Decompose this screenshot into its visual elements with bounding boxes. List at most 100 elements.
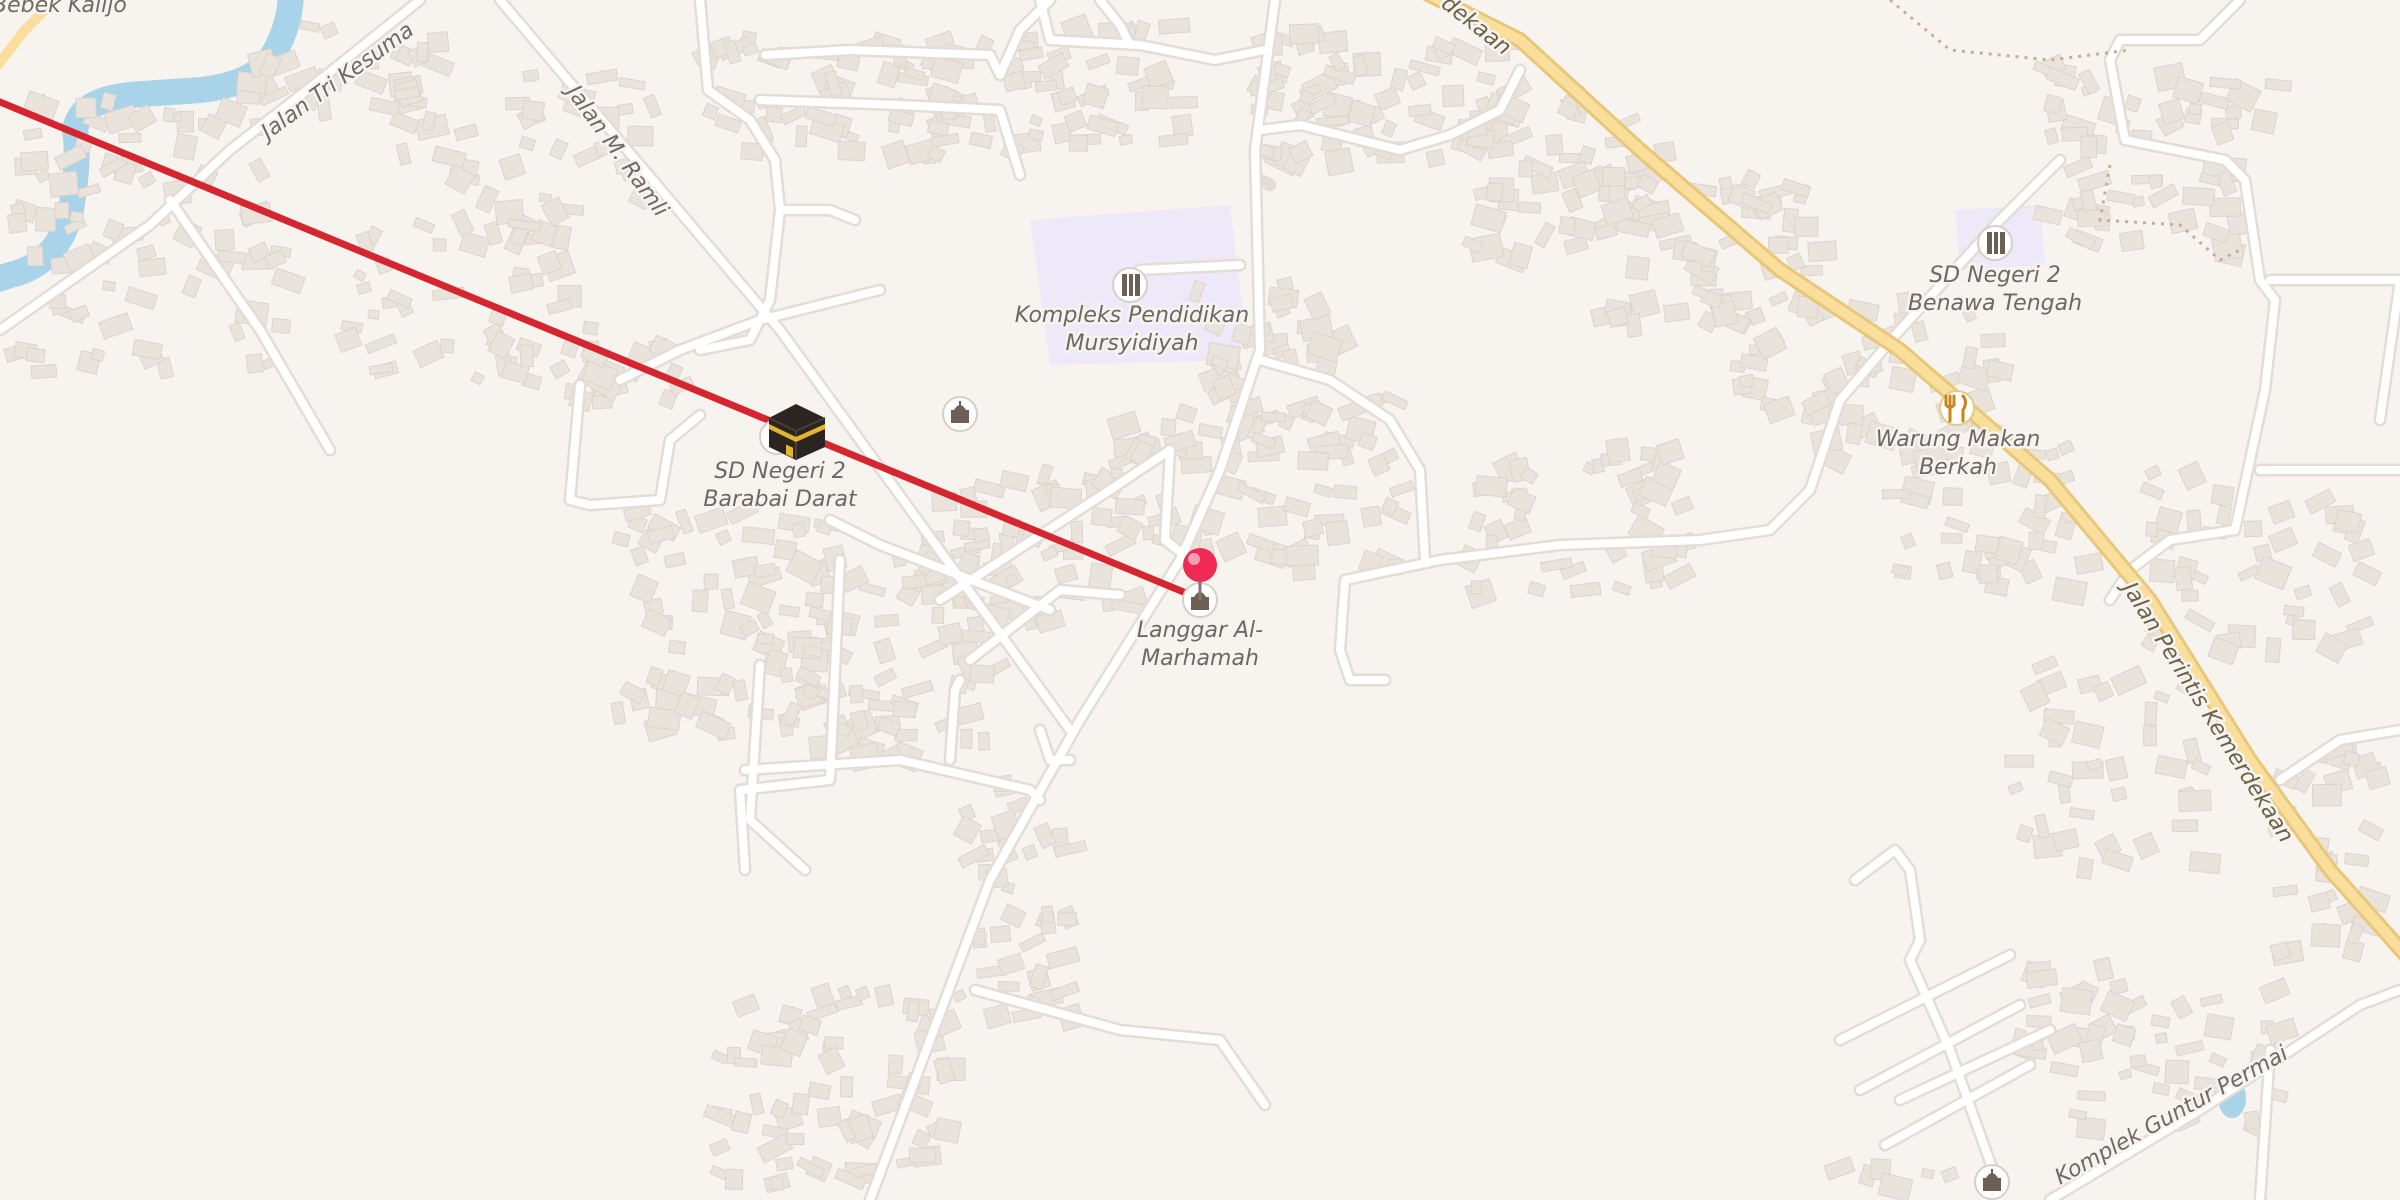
building (1558, 152, 1581, 164)
building (1141, 85, 1169, 110)
building (2173, 565, 2194, 592)
building (1624, 255, 1651, 281)
building (1942, 487, 1963, 507)
building (952, 519, 971, 538)
building (1407, 103, 1433, 118)
building (118, 132, 142, 144)
poi-label-line2: Barabai Darat (703, 487, 858, 512)
building (1027, 128, 1045, 142)
building (519, 344, 534, 368)
building (2104, 756, 2129, 782)
building (837, 140, 866, 162)
building (582, 320, 600, 336)
building (1807, 240, 1838, 263)
building (724, 1168, 744, 1191)
building (1057, 912, 1078, 926)
building (1881, 489, 1911, 500)
building (1157, 17, 1191, 35)
building (1118, 133, 1134, 147)
building (1087, 562, 1114, 590)
building (1288, 23, 1320, 45)
building (2250, 108, 2278, 135)
building (1324, 147, 1355, 177)
building (2148, 558, 2176, 584)
building (1845, 422, 1864, 446)
poi-label-line1: SD Negeri 2 (714, 459, 846, 484)
building (1920, 1167, 1935, 1180)
building (887, 1054, 904, 1075)
school-icon (1987, 232, 2005, 254)
poi-label-line2: Benawa Tengah (1908, 291, 2082, 316)
poi-mosque-unnamed[interactable] (942, 396, 978, 432)
building (1169, 95, 1198, 110)
building (1517, 201, 1542, 214)
building (960, 728, 973, 749)
building (2143, 701, 2158, 726)
building (439, 338, 455, 354)
map-canvas[interactable]: Jalan Tri Kesuma Jalan M. Ramli dekaan J… (0, 0, 2400, 1200)
building (367, 309, 380, 320)
building (892, 700, 917, 719)
building (1470, 580, 1483, 595)
building (873, 613, 900, 628)
building (2181, 589, 2199, 602)
building (791, 521, 807, 539)
building (2210, 484, 2235, 507)
building (1285, 544, 1320, 567)
building (75, 97, 97, 119)
building (1474, 474, 1509, 498)
building (795, 125, 808, 148)
label-bebek-kalijo: Bebek Kalijo (0, 0, 127, 18)
building (1360, 505, 1383, 528)
building (1257, 505, 1288, 528)
building (933, 1117, 963, 1144)
building (839, 1075, 854, 1098)
building (1978, 563, 1999, 584)
building (1518, 160, 1533, 178)
building (2181, 186, 2216, 207)
building (691, 589, 709, 613)
poi-label-line1: Langgar Al- (1137, 618, 1263, 643)
building (823, 1036, 844, 1050)
building (1040, 904, 1055, 925)
building (214, 228, 235, 252)
building (2188, 850, 2222, 875)
building (1602, 166, 1626, 187)
building (2078, 1038, 2104, 1064)
building (172, 132, 199, 161)
map-svg[interactable]: Jalan Tri Kesuma Jalan M. Ramli dekaan J… (0, 0, 2400, 1200)
building (426, 31, 450, 54)
building (2154, 1032, 2169, 1045)
building (989, 925, 1012, 944)
building (2188, 102, 2203, 116)
building (1624, 312, 1643, 338)
building (1768, 236, 1789, 254)
building (2292, 619, 2316, 641)
building (2177, 789, 2212, 813)
building (1663, 302, 1691, 323)
building (775, 1156, 794, 1172)
building (1324, 519, 1351, 547)
building (937, 621, 964, 647)
building (521, 99, 546, 122)
building (2040, 539, 2058, 554)
building (2033, 494, 2048, 520)
building (2143, 725, 2157, 747)
poi-label-line1: SD Negeri 2 (1929, 263, 2061, 288)
building (522, 68, 540, 83)
building (1425, 148, 1446, 168)
school-icon (1122, 274, 1140, 296)
building (1160, 418, 1177, 437)
building (2129, 1054, 2147, 1069)
poi-label-line2: Marhamah (1141, 646, 1259, 671)
building (2110, 786, 2128, 803)
building (245, 352, 264, 374)
building (779, 666, 794, 684)
building (2264, 636, 2282, 664)
building (778, 604, 800, 618)
building (2145, 521, 2159, 538)
poi-mosque-bottom[interactable] (1974, 1164, 2010, 1200)
building (756, 633, 774, 645)
building (977, 731, 991, 751)
building (2209, 197, 2242, 218)
